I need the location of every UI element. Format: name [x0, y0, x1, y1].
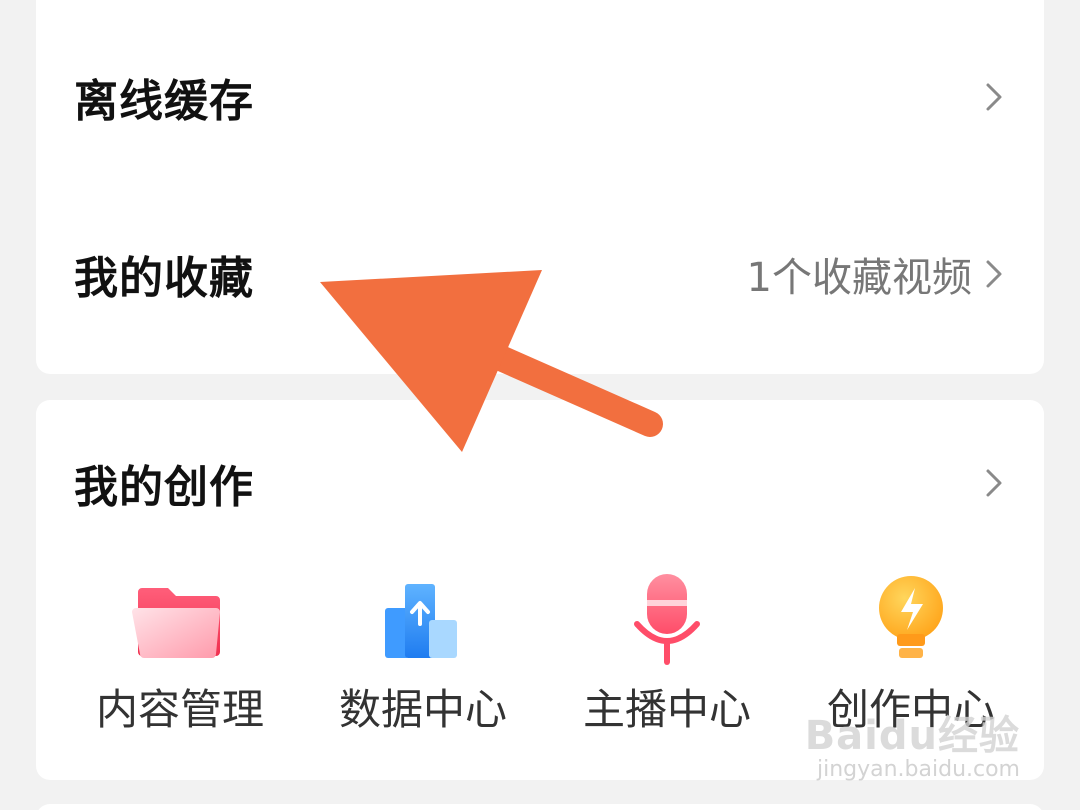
offline-cache-label: 离线缓存: [74, 76, 254, 127]
favorites-row[interactable]: 我的收藏 1个收藏视频: [36, 214, 1044, 334]
watermark-logo: Baidu经验: [804, 713, 1020, 759]
watermark: Baidu经验 jingyan.baidu.com: [805, 703, 1020, 782]
favorites-count: 1个收藏视频: [746, 255, 972, 301]
folder-icon: [130, 570, 230, 670]
page: 离线缓存 我的收藏 1个收藏视频 我的创作 内容管理 数据中心 主播中心 创作中…: [0, 0, 1080, 810]
data-center-label: 数据中心: [338, 685, 507, 734]
chevron-right-icon: [984, 467, 1004, 499]
my-creation-row[interactable]: 我的创作: [36, 423, 1044, 543]
library-card: 离线缓存 我的收藏 1个收藏视频: [36, 0, 1044, 374]
watermark-url: jingyan.baidu.com: [816, 757, 1020, 782]
next-card: [36, 804, 1044, 810]
favorites-label: 我的收藏: [74, 253, 254, 304]
my-creation-title: 我的创作: [74, 462, 254, 513]
content-management-button[interactable]: 内容管理: [55, 570, 305, 740]
chevron-right-icon: [984, 81, 1004, 113]
data-center-button[interactable]: 数据中心: [298, 570, 548, 740]
anchor-center-label: 主播中心: [582, 685, 751, 734]
anchor-center-button[interactable]: 主播中心: [542, 570, 792, 740]
chevron-right-icon: [984, 258, 1004, 290]
content-management-label: 内容管理: [95, 685, 264, 734]
offline-cache-row[interactable]: 离线缓存: [36, 37, 1044, 157]
microphone-icon: [617, 570, 717, 670]
data-chart-icon: [373, 570, 473, 670]
lightbulb-icon: [861, 570, 961, 670]
